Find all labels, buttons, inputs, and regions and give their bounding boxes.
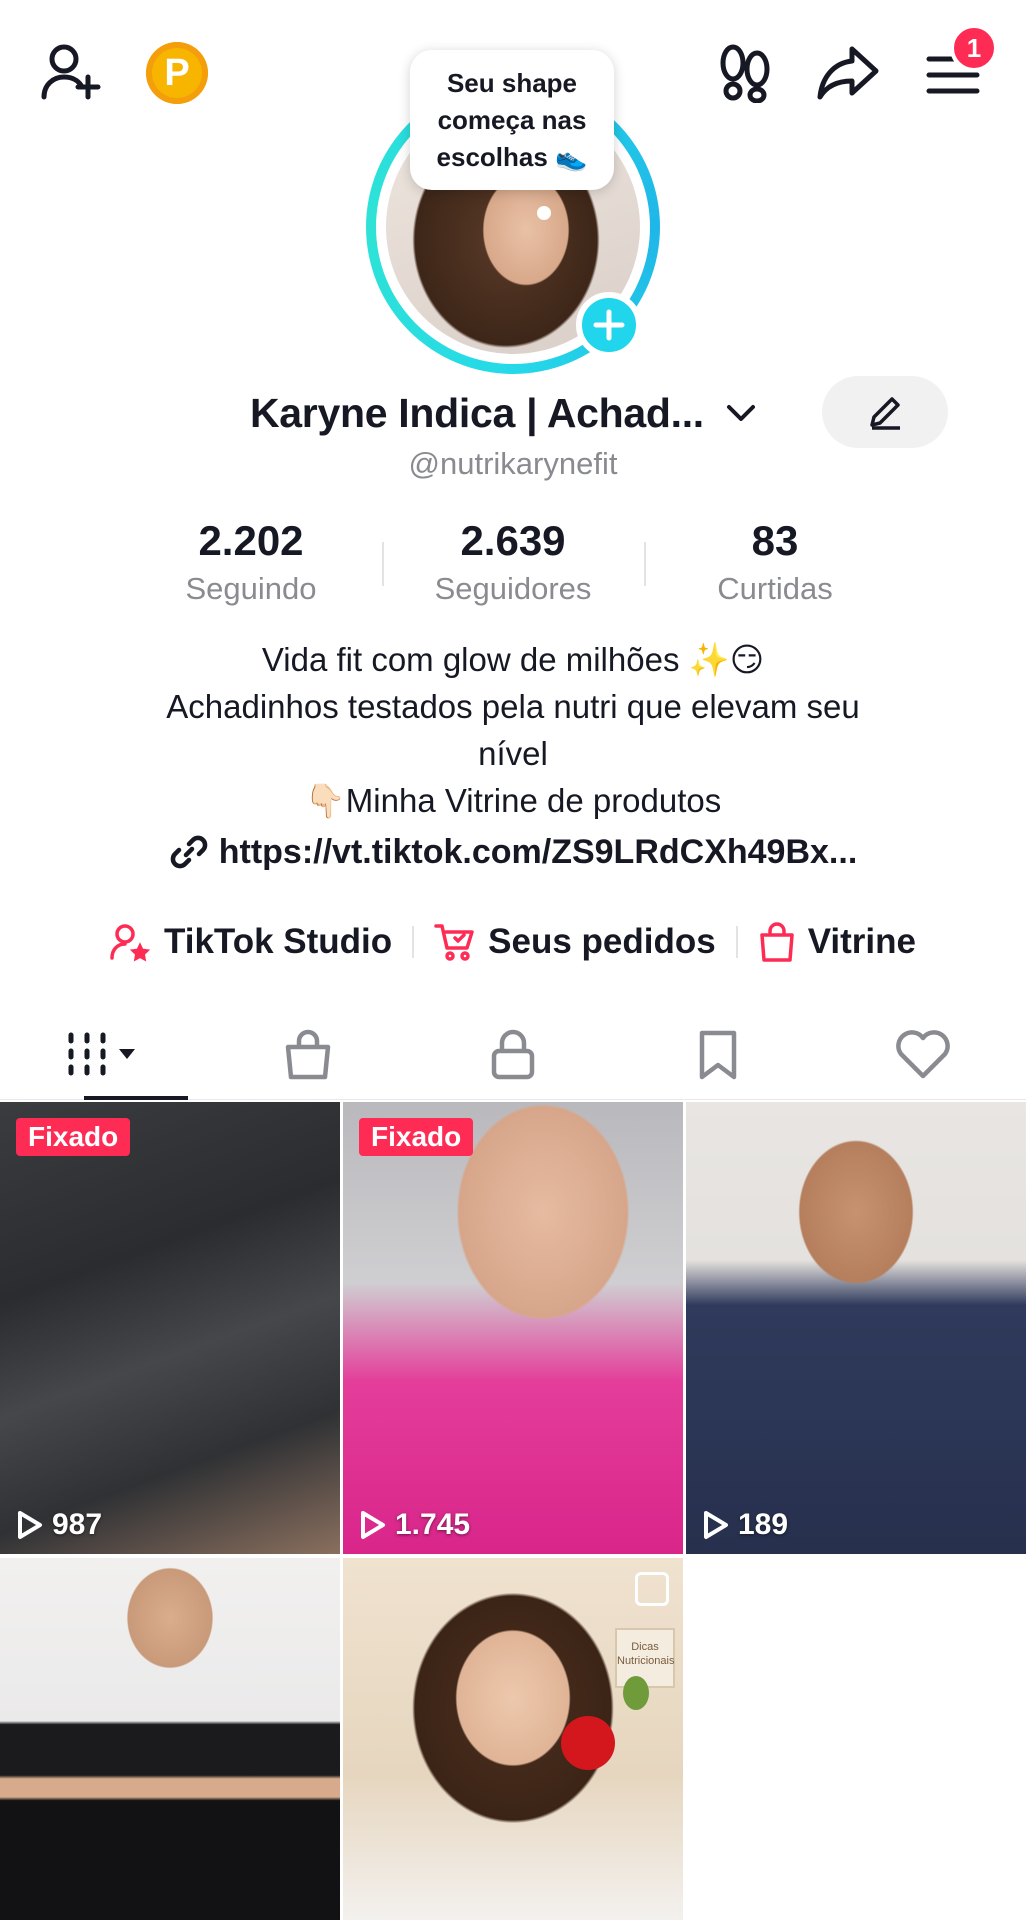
stat-followers[interactable]: 2.639 Seguidores: [382, 516, 644, 616]
share-icon[interactable]: [812, 40, 884, 106]
shop-bag-icon: [285, 1029, 331, 1079]
bio-bubble[interactable]: Seu shape começa nas escolhas 👟: [410, 50, 614, 190]
tiktok-studio-button[interactable]: TikTok Studio: [90, 922, 412, 962]
view-count-text: 1.745: [395, 1508, 471, 1541]
add-user-icon[interactable]: [38, 40, 104, 104]
pinned-badge: Fixado: [16, 1118, 131, 1156]
bubble-pointer: [537, 206, 551, 220]
avocado-illustration: [623, 1676, 649, 1710]
stat-value: 83: [751, 517, 799, 564]
poster-sign: Dicas Nutricionais: [615, 1628, 675, 1688]
lock-icon: [491, 1029, 535, 1079]
bio-line: nível: [478, 735, 548, 772]
tab-private[interactable]: [410, 1010, 615, 1099]
video-tile[interactable]: [0, 1558, 340, 1920]
pinned-badge: Fixado: [359, 1118, 474, 1156]
chevron-down-icon[interactable]: [726, 398, 756, 428]
content-tabs: [0, 1010, 1026, 1100]
tab-shop[interactable]: [205, 1010, 410, 1099]
display-name: Karyne Indica | Achad...: [250, 389, 704, 436]
name-row[interactable]: Karyne Indica | Achad...: [250, 380, 756, 446]
profile-actions: TikTok Studio Seus pedidos Vitrine: [0, 912, 1026, 972]
link-icon: [170, 835, 208, 869]
stat-label: Seguindo: [185, 571, 317, 606]
action-label: TikTok Studio: [164, 922, 393, 961]
action-label: Seus pedidos: [488, 922, 716, 961]
video-tile[interactable]: 189: [686, 1102, 1026, 1554]
play-icon: [361, 1511, 385, 1539]
bio: Vida fit com glow de milhões ✨😏 Achadinh…: [80, 636, 946, 824]
footprints-icon[interactable]: [712, 40, 778, 106]
edit-profile-button[interactable]: [822, 376, 948, 448]
orders-button[interactable]: Seus pedidos: [414, 922, 736, 962]
tab-liked[interactable]: [821, 1010, 1026, 1099]
bio-link[interactable]: https://vt.tiktok.com/ZS9LRdCXh49Bx...: [0, 832, 1026, 872]
showcase-button[interactable]: Vitrine: [738, 921, 936, 963]
stat-divider: [382, 542, 384, 586]
view-count-text: 189: [738, 1508, 789, 1541]
bio-line: Vida fit com glow de milhões ✨😏: [261, 641, 765, 678]
stat-following[interactable]: 2.202 Seguindo: [120, 516, 382, 616]
view-count-text: 987: [52, 1508, 103, 1541]
add-story-button[interactable]: [576, 292, 642, 358]
view-count: 987: [16, 1508, 102, 1542]
view-count: 1.745: [359, 1508, 470, 1542]
bookmark-icon: [699, 1030, 737, 1079]
tab-saved[interactable]: [616, 1010, 821, 1099]
bio-line: Achadinhos testados pela nutri que eleva…: [166, 688, 860, 725]
points-icon[interactable]: P: [146, 42, 208, 104]
view-count: 189: [702, 1508, 788, 1542]
cart-icon: [434, 924, 474, 961]
video-tile[interactable]: Dicas Nutricionais: [343, 1558, 683, 1920]
heart-icon: [896, 1029, 951, 1078]
username: @nutrikarynefit: [408, 446, 618, 481]
bio-line: 👇🏻Minha Vitrine de produtos: [304, 782, 722, 819]
apple-illustration: [561, 1716, 615, 1770]
videos-grid-icon: [68, 1032, 135, 1075]
stat-label: Seguidores: [434, 571, 592, 606]
stats-row: 2.202 Seguindo 2.639 Seguidores 83 Curti…: [120, 516, 906, 616]
plus-icon: [593, 309, 625, 341]
video-tile[interactable]: Fixado 1.745: [343, 1102, 683, 1554]
studio-icon: [110, 924, 151, 962]
multi-photo-icon: [635, 1572, 669, 1606]
pencil-icon: [870, 397, 900, 430]
play-icon: [704, 1511, 728, 1539]
video-tile[interactable]: Fixado 987: [0, 1102, 340, 1554]
tab-videos[interactable]: [0, 1010, 205, 1100]
action-label: Vitrine: [807, 922, 916, 961]
notification-badge: 1: [950, 24, 998, 72]
bio-link-text[interactable]: https://vt.tiktok.com/ZS9LRdCXh49Bx...: [219, 833, 858, 872]
stat-likes[interactable]: 83 Curtidas: [644, 516, 906, 616]
bag-icon: [759, 922, 794, 962]
stat-label: Curtidas: [717, 571, 833, 606]
stat-divider: [644, 542, 646, 586]
stat-value: 2.639: [460, 517, 566, 564]
stat-value: 2.202: [198, 517, 304, 564]
play-icon: [18, 1511, 42, 1539]
